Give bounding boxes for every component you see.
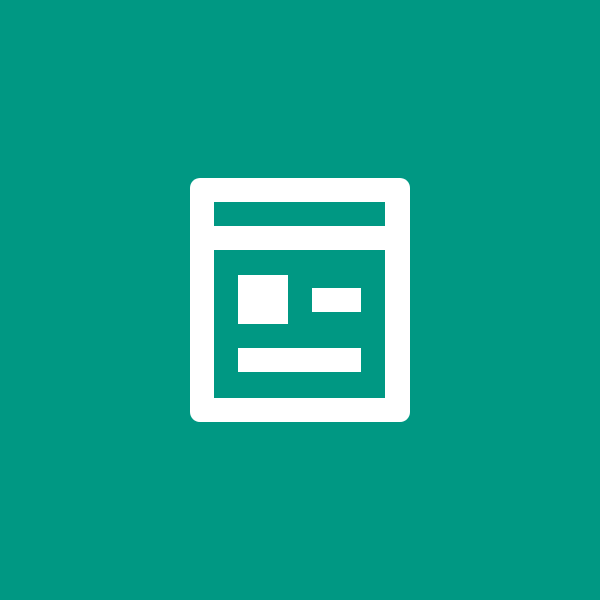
webpage-layout-icon-svg — [190, 178, 410, 422]
image-block — [238, 275, 288, 324]
long-text-line — [238, 348, 361, 372]
app-icon-canvas — [0, 0, 600, 600]
webpage-layout-icon — [0, 0, 600, 600]
header-bar-slot — [214, 202, 385, 226]
short-text-line — [312, 288, 361, 312]
